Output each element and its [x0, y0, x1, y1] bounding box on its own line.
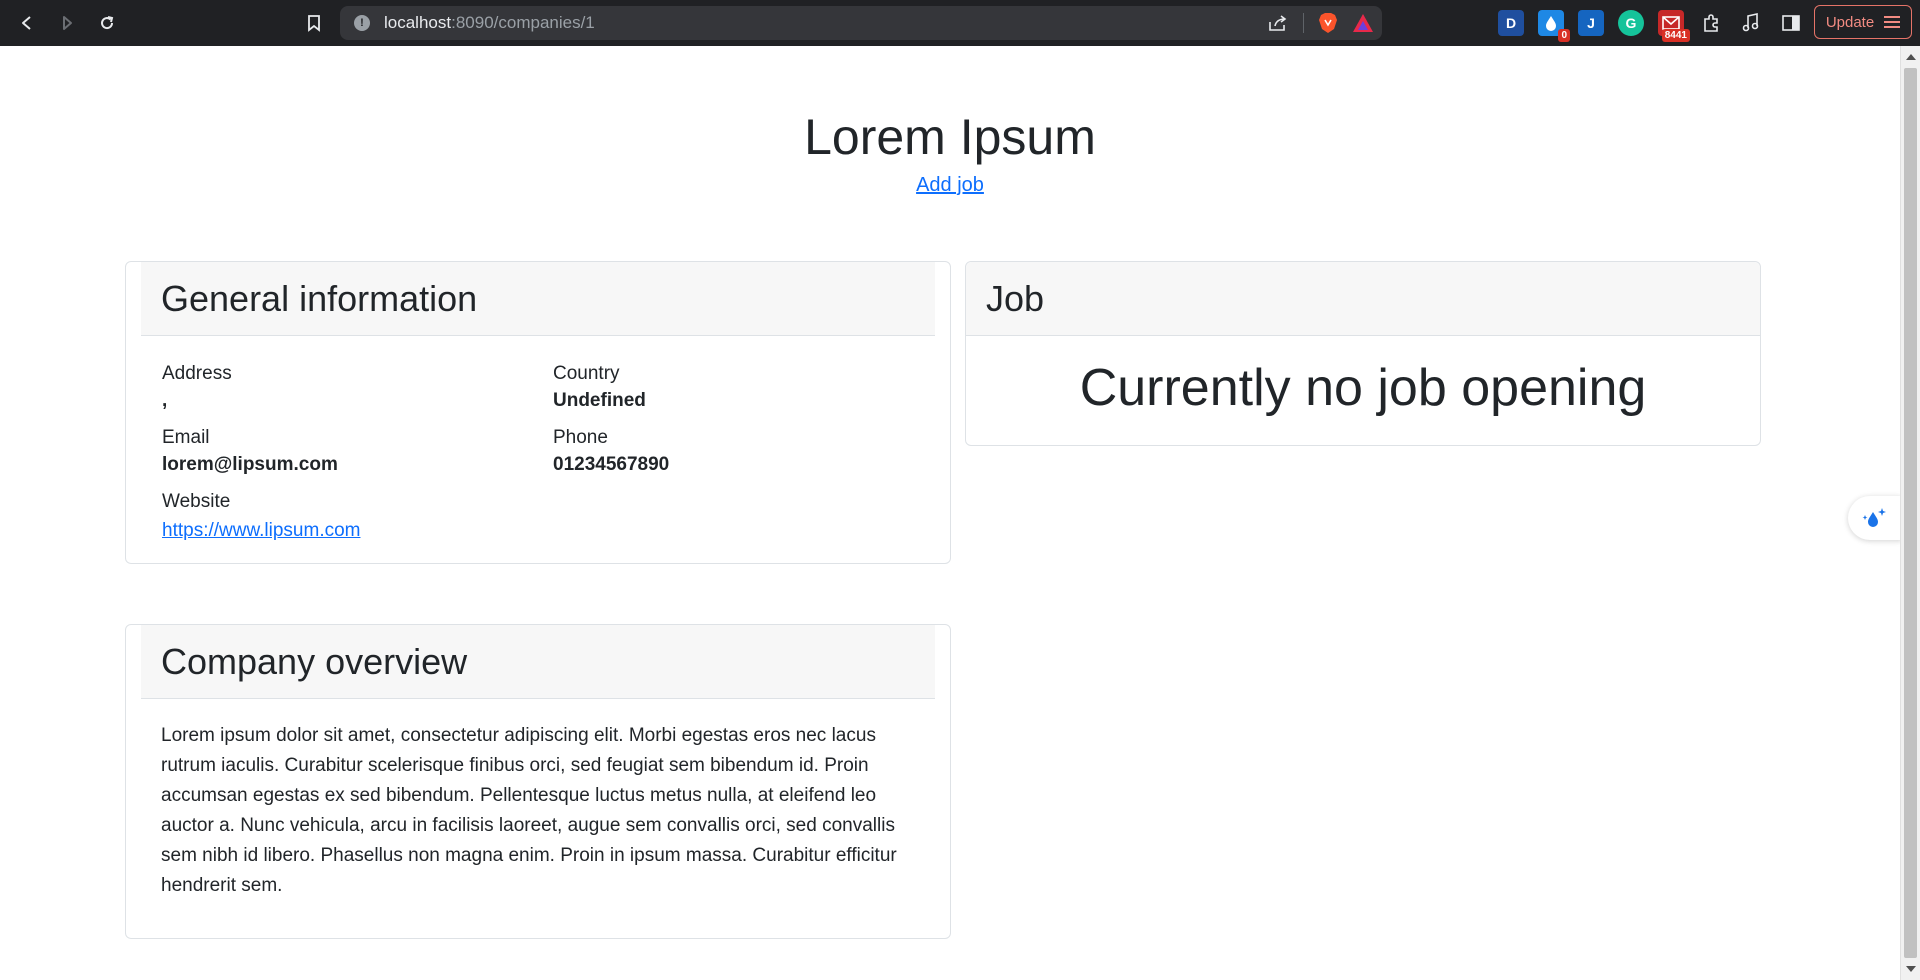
extension-badge: 0 — [1558, 29, 1570, 42]
website-label: Website — [162, 491, 231, 512]
omnibox-divider — [1303, 13, 1304, 33]
extensions-bar: D 0 J G 8441 — [1498, 9, 1804, 42]
phone-field: Phone 01234567890 — [553, 424, 669, 478]
phone-value: 01234567890 — [553, 454, 670, 475]
dashlane-icon[interactable]: D — [1498, 10, 1524, 36]
update-label: Update — [1825, 13, 1875, 31]
general-information-card: General information Address , Country Un… — [125, 261, 951, 564]
website-field: Website https://www.lipsum.com — [162, 488, 361, 546]
brave-shields-icon[interactable] — [1318, 12, 1338, 34]
scroll-down-arrow-icon[interactable] — [1906, 966, 1916, 972]
country-value: Undefined — [553, 390, 646, 411]
browser-toolbar: ! localhost:8090/companies/1 D 0 J G 844… — [0, 0, 1920, 46]
address-label: Address — [162, 363, 232, 384]
forward-icon[interactable] — [54, 10, 80, 36]
phone-label: Phone — [553, 427, 608, 448]
droplet-ext-icon[interactable]: 0 — [1538, 10, 1570, 42]
country-field: Country Undefined — [553, 360, 646, 414]
share-icon[interactable] — [1267, 12, 1289, 34]
company-overview-text: Lorem ipsum dolor sit amet, consectetur … — [161, 725, 897, 896]
address-value: , — [162, 390, 168, 411]
puzzle-extensions-icon[interactable] — [1698, 10, 1724, 36]
country-label: Country — [553, 363, 620, 384]
address-bar[interactable]: ! localhost:8090/companies/1 — [340, 6, 1382, 40]
url-text[interactable]: localhost:8090/companies/1 — [384, 13, 595, 33]
company-overview-card: Company overview Lorem ipsum dolor sit a… — [125, 624, 951, 939]
general-information-heading: General information — [161, 277, 478, 319]
email-field: Email lorem@lipsum.com — [162, 424, 338, 478]
sidebar-toggle-icon[interactable] — [1778, 10, 1804, 36]
scroll-thumb[interactable] — [1904, 68, 1917, 958]
menu-icon — [1884, 16, 1901, 28]
add-job-container: Add job — [0, 174, 1900, 197]
card-header: Company overview — [141, 625, 935, 699]
bookmark-icon[interactable] — [302, 10, 326, 36]
j-ext-icon[interactable]: J — [1578, 10, 1604, 36]
company-overview-heading: Company overview — [161, 640, 468, 682]
page-title: Lorem Ipsum — [804, 109, 1096, 165]
card-header: Job — [966, 262, 1760, 336]
add-job-link[interactable]: Add job — [916, 174, 984, 196]
update-button[interactable]: Update — [1814, 5, 1912, 39]
card-header: General information — [141, 262, 935, 336]
email-label: Email — [162, 427, 210, 448]
grammarly-icon[interactable]: G — [1618, 10, 1644, 36]
media-music-icon[interactable] — [1738, 10, 1764, 36]
floating-droplet-widget[interactable] — [1848, 496, 1902, 540]
email-value: lorem@lipsum.com — [162, 454, 338, 475]
scroll-up-arrow-icon[interactable] — [1906, 54, 1916, 60]
job-heading: Job — [986, 277, 1045, 319]
reload-icon[interactable] — [94, 10, 120, 36]
brave-rewards-icon[interactable] — [1352, 13, 1374, 33]
page-scrollbar[interactable] — [1900, 46, 1920, 980]
address-field: Address , — [162, 360, 232, 414]
no-job-message: Currently no job opening — [1079, 359, 1647, 417]
website-link[interactable]: https://www.lipsum.com — [162, 520, 361, 541]
droplet-sparkle-icon — [1862, 508, 1886, 527]
site-info-icon[interactable]: ! — [354, 15, 370, 31]
extension-badge: 8441 — [1661, 29, 1690, 42]
job-card: Job Currently no job opening — [965, 261, 1761, 446]
mail-ext-icon[interactable]: 8441 — [1658, 10, 1690, 42]
back-icon[interactable] — [14, 10, 40, 36]
